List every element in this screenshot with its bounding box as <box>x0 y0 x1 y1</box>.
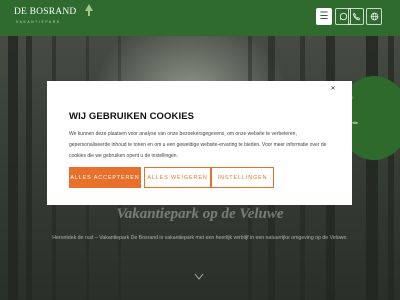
cookie-dialog-text: We kunnen deze plaatsen voor analyse van… <box>69 131 327 159</box>
cookie-settings-button[interactable]: INSTELLINGEN <box>211 167 274 188</box>
tree-logo-icon <box>85 4 93 16</box>
scroll-down-arrow-icon[interactable] <box>192 272 206 282</box>
globe-icon <box>370 12 378 21</box>
phone-icon <box>352 12 360 21</box>
hamburger-menu-button[interactable]: ☰ <box>316 8 332 25</box>
hamburger-menu-icon: ☰ <box>319 10 329 22</box>
close-icon[interactable]: ✕ <box>327 83 339 95</box>
hero-title: Vakantiepark op de Veluwe <box>116 206 284 222</box>
reject-all-button[interactable]: ALLES WEIGEREN <box>144 167 211 188</box>
phone-button[interactable] <box>348 8 364 25</box>
accept-all-button[interactable]: ALLES ACCEPTEREN <box>69 167 141 188</box>
hero-description: Herontdek de rust – Vakantiepark De Bosr… <box>52 235 348 241</box>
language-button[interactable] <box>366 8 382 25</box>
cookie-dialog-title: WIJ GEBRUIKEN COOKIES <box>69 111 195 122</box>
cookie-consent-dialog: ✕ WIJ GEBRUIKEN COOKIES We kunnen deze p… <box>47 81 352 205</box>
top-navigation-bar: DE BOSRAND VAKANTIEPARK ☰ <box>0 0 400 36</box>
logo-tagline: VAKANTIEPARK <box>16 20 61 24</box>
whatsapp-icon <box>339 12 347 21</box>
